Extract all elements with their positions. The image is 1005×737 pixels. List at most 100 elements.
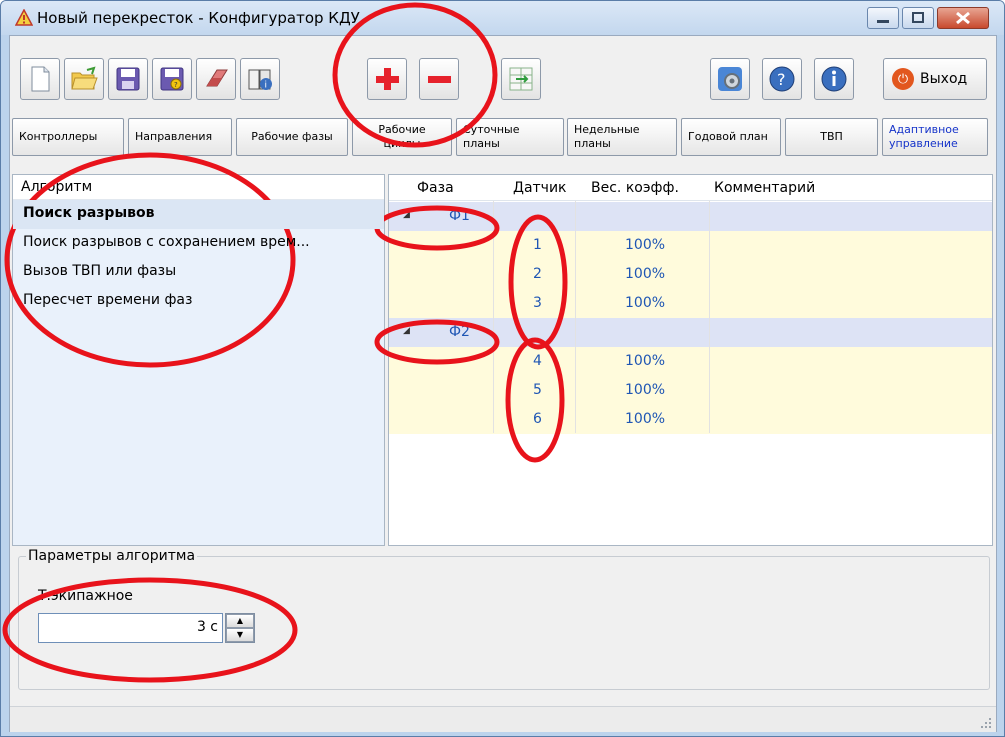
resize-grip-icon[interactable] [980,717,992,729]
open-button[interactable] [64,58,104,100]
warning-triangle-icon [15,9,33,26]
open-folder-icon [71,66,98,90]
minimize-button[interactable] [867,7,899,29]
param-label: Т.экипажное [38,588,133,604]
maximize-button[interactable] [902,7,934,29]
save-as-icon: ? [160,67,184,91]
weight-cell: 100% [625,382,666,398]
weight-cell: 100% [625,411,666,427]
column-divider [575,201,576,433]
split-button[interactable] [501,58,541,100]
algorithm-column-header: Алгоритм [13,175,384,200]
grid-split-icon [509,67,533,91]
save-button[interactable] [108,58,148,100]
save-as-button[interactable]: ? [152,58,192,100]
tab-work-cycles[interactable]: Рабочие циклы [352,118,452,156]
tab-adaptive-control[interactable]: Адаптивное управление [882,118,988,156]
table-row[interactable]: 4 100% [389,347,992,376]
app-window: Новый перекресток - Конфигуратор КДУ ? i [0,0,1005,737]
svg-text:?: ? [174,81,178,89]
weight-cell: 100% [625,295,666,311]
close-button[interactable] [937,7,989,29]
tab-directions[interactable]: Направления [128,118,232,156]
table-row[interactable]: 2 100% [389,260,992,289]
plus-icon [376,68,399,90]
column-header-sensor[interactable]: Датчик [513,180,567,196]
table-row[interactable]: 3 100% [389,289,992,318]
weight-cell: 100% [625,266,666,282]
algorithm-list: Поиск разрывов Поиск разрывов с сохранен… [13,200,384,316]
main-content: ? i ? ⏻ Выход Контроллеры Направления Ра… [9,35,997,732]
info-book-button[interactable]: i [240,58,280,100]
tab-daily-plans[interactable]: Суточные планы [456,118,564,156]
save-icon [116,67,140,91]
tab-weekly-plans[interactable]: Недельные планы [567,118,677,156]
tab-work-phases[interactable]: Рабочие фазы [236,118,348,156]
clear-button[interactable] [196,58,236,100]
sensor-cell: 1 [533,237,542,253]
remove-button[interactable] [419,58,459,100]
tab-label: Годовой план [688,130,768,143]
phase-name: Ф2 [449,324,470,340]
collapse-triangle-icon[interactable]: ◢ [403,210,410,220]
tab-label: Рабочие циклы [378,123,426,150]
minus-icon [428,76,451,83]
add-button[interactable] [367,58,407,100]
spinner-up-icon[interactable]: ▲ [226,614,254,628]
window-title: Новый перекресток - Конфигуратор КДУ [37,9,360,27]
tab-yearly-plan[interactable]: Годовой план [681,118,781,156]
weight-cell: 100% [625,353,666,369]
info-icon [821,66,847,92]
param-value-input[interactable]: 3 с [38,613,223,643]
sensor-cell: 4 [533,353,542,369]
sensor-cell: 3 [533,295,542,311]
column-header-weight[interactable]: Вес. коэфф. [591,180,679,196]
sensor-grid: Фаза Датчик Вес. коэфф. Комментарий ◢ Ф1… [388,174,993,546]
group-row[interactable]: ◢ Ф2 [389,318,992,347]
table-row[interactable]: 1 100% [389,231,992,260]
about-button[interactable] [814,58,854,100]
params-group-title: Параметры алгоритма [26,548,198,564]
new-file-icon [31,66,50,92]
help-button[interactable]: ? [762,58,802,100]
power-icon: ⏻ [892,68,914,90]
algorithm-list-panel: Алгоритм Поиск разрывов Поиск разрывов с… [12,174,385,546]
column-divider [709,201,710,433]
sensor-cell: 2 [533,266,542,282]
algorithm-item[interactable]: Поиск разрывов с сохранением врем... [13,229,384,258]
sensor-cell: 5 [533,382,542,398]
table-row[interactable]: 6 100% [389,405,992,434]
tab-label: Контроллеры [19,130,98,143]
eraser-icon [206,69,228,87]
tab-controllers[interactable]: Контроллеры [12,118,124,156]
phase-name: Ф1 [449,208,470,224]
algorithm-item[interactable]: Пересчет времени фаз [13,287,384,316]
tab-label: ТВП [820,130,843,143]
tab-tvp[interactable]: ТВП [785,118,878,156]
title-bar: Новый перекресток - Конфигуратор КДУ [1,1,1004,35]
column-header-comment[interactable]: Комментарий [714,180,815,196]
tab-label: Направления [135,130,213,143]
spinner-down-icon[interactable]: ▼ [226,628,254,642]
new-file-button[interactable] [20,58,60,100]
param-spinner: ▲ ▼ [225,613,255,643]
status-bar [10,706,996,732]
exit-label: Выход [920,71,968,87]
svg-text:i: i [265,81,268,91]
column-divider [493,201,494,433]
table-row[interactable]: 5 100% [389,376,992,405]
tab-label: Адаптивное управление [889,123,959,150]
tab-label: Рабочие фазы [251,130,333,143]
collapse-triangle-icon[interactable]: ◢ [403,326,410,336]
group-row[interactable]: ◢ Ф1 [389,202,992,231]
grid-header: Фаза Датчик Вес. коэфф. Комментарий [389,175,992,201]
svg-text:?: ? [777,70,786,89]
algorithm-item[interactable]: Вызов ТВП или фазы [13,258,384,287]
exit-button[interactable]: ⏻ Выход [883,58,987,100]
column-header-phase[interactable]: Фаза [417,180,454,196]
sensor-cell: 6 [533,411,542,427]
settings-button[interactable] [710,58,750,100]
book-info-icon: i [248,69,272,91]
settings-icon [718,67,742,91]
algorithm-item[interactable]: Поиск разрывов [13,200,384,229]
